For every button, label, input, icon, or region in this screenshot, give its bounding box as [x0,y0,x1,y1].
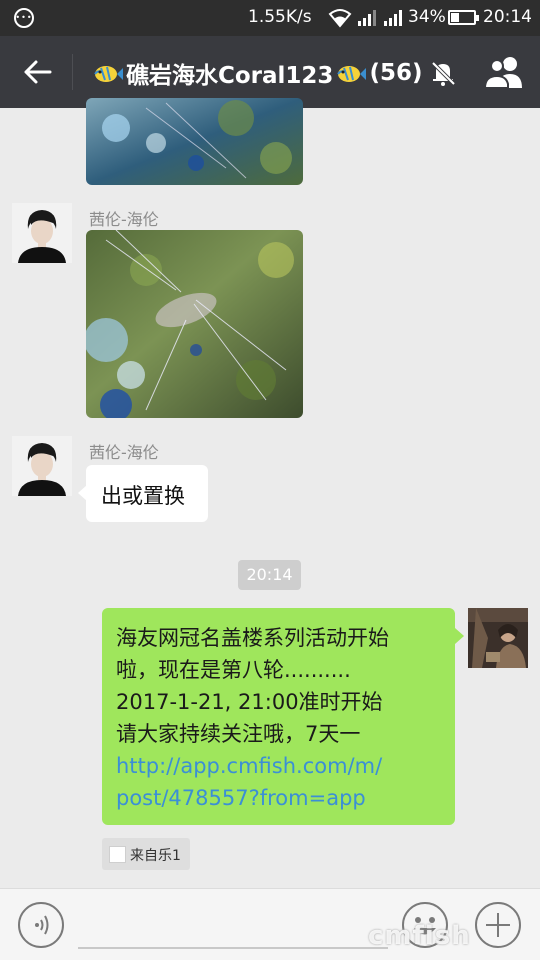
signal-icon [384,10,402,26]
fish-icon [337,66,367,82]
watermark: cmfish [368,921,471,951]
battery-icon [448,10,479,25]
mute-bell-icon [431,61,456,86]
chat-area[interactable]: 茜伦-海伦 茜伦-海伦 出或置换 20:14 海友网冠名盖楼系列活动开始 啦，现… [0,98,540,888]
shrimp-photo [86,230,303,418]
more-dots-icon: ••• [14,8,34,28]
group-members-icon[interactable] [482,54,526,90]
avatar[interactable] [468,608,528,668]
message-text-line: 啦，现在是第八轮.......... [116,658,351,682]
chat-title[interactable]: 礁岩海水Coral123 (56) [90,56,422,90]
sender-name: 茜伦-海伦 [89,210,159,229]
voice-icon[interactable] [17,901,65,949]
avatar[interactable] [12,436,72,496]
message-image[interactable] [86,98,303,185]
wifi-icon [328,9,352,28]
message-text-line: 2017-1-21, 21:00准时开始 [116,690,383,714]
chat-timestamp: 20:14 [238,560,301,590]
source-tag[interactable]: 来自乐1 [102,838,190,870]
message-text-line: 海友网冠名盖楼系列活动开始 [116,626,389,650]
back-arrow-icon[interactable] [18,52,58,92]
message-bubble[interactable]: 出或置换 [78,465,208,522]
message-text-line: 请大家持续关注哦，7天一 [116,722,361,746]
sender-name: 茜伦-海伦 [89,443,159,462]
app-icon [109,846,126,863]
status-clock: 20:14 [483,7,532,27]
message-link[interactable]: post/478557?from=app [116,782,445,814]
avatar[interactable] [12,203,72,263]
message-input[interactable] [78,947,388,949]
source-text: 来自乐1 [130,848,181,864]
header-divider [72,54,73,90]
message-link[interactable]: http://app.cmfish.com/m/ [116,750,445,782]
signal-icon [358,10,376,26]
chat-title-text: 礁岩海水Coral123 [126,63,334,89]
message-image[interactable] [86,230,303,418]
plus-icon[interactable] [474,901,522,949]
fish-icon [94,66,123,82]
message-bubble[interactable]: 海友网冠名盖楼系列活动开始 啦，现在是第八轮.......... 2017-1-… [102,608,464,825]
shrimp-photo [86,98,303,185]
message-text: 出或置换 [101,484,185,508]
network-speed: 1.55K/s [248,7,312,27]
status-bar: ••• 1.55K/s 34% 20:14 [0,0,540,36]
member-count: (56) [369,60,423,86]
battery-percent: 34% [408,7,446,27]
